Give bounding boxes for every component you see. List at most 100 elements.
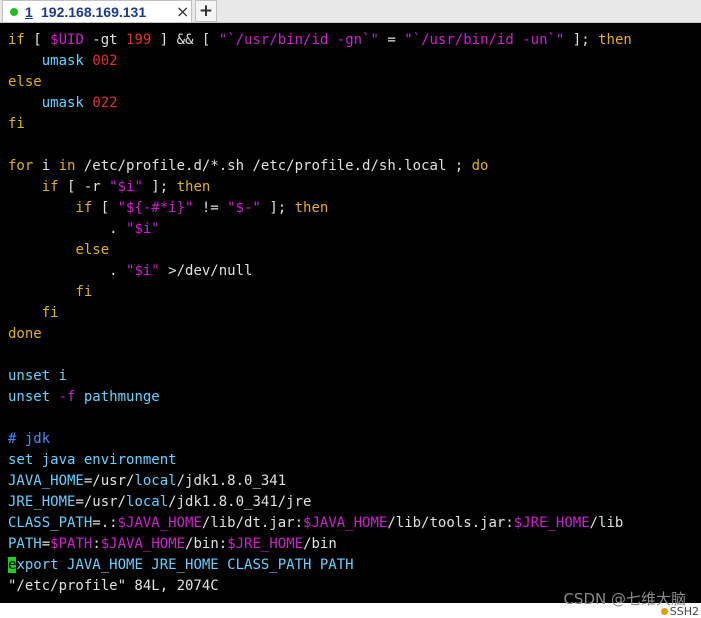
terminal-token: local <box>134 473 177 489</box>
terminal-token: /bin: <box>185 536 228 552</box>
terminal-token: [ -r <box>58 179 110 195</box>
terminal-token: != <box>193 200 228 216</box>
terminal-line: umask 002 <box>8 51 118 72</box>
terminal-token: pathmunge <box>83 389 160 405</box>
status-dot-icon <box>660 608 668 615</box>
terminal-token: . <box>8 221 127 237</box>
terminal-line: else <box>8 72 42 93</box>
terminal-token: /lib <box>589 515 624 531</box>
terminal-line: for i in /etc/profile.d/*.sh /etc/profil… <box>8 156 488 177</box>
terminal-token: umask <box>41 53 84 69</box>
terminal-token: "${-#*i}" <box>117 200 194 216</box>
terminal-line: umask 022 <box>8 93 118 114</box>
terminal-token: do <box>471 158 489 174</box>
terminal-token: /bin <box>303 536 337 552</box>
terminal-token: unset <box>8 368 51 384</box>
terminal-token: xport JAVA_HOME JRE_HOME CLASS_PATH PATH <box>16 557 354 573</box>
terminal-output[interactable]: if [ $UID -gt 199 ] && [ "`/usr/bin/id -… <box>0 23 701 603</box>
terminal-line: PATH=$PATH:$JAVA_HOME/bin:$JRE_HOME/bin <box>8 534 337 555</box>
terminal-token: in <box>58 158 76 174</box>
terminal-line: if [ "${-#*i}" != "$-" ]; then <box>8 198 328 219</box>
terminal-line: JRE_HOME=/usr/local/jdk1.8.0_341/jre <box>8 492 311 513</box>
terminal-line: set java environment <box>8 450 177 471</box>
tab-title: 192.168.169.131 <box>41 4 147 20</box>
terminal-token: i <box>50 368 68 384</box>
terminal-token: >/dev/null <box>159 263 253 279</box>
terminal-token: umask <box>41 95 84 111</box>
terminal-token: [ <box>92 200 118 216</box>
terminal-token: 022 <box>92 95 118 111</box>
terminal-token: PATH <box>8 536 42 552</box>
terminal-token: CLASS_PATH <box>8 515 93 531</box>
terminal-token: # jdk <box>8 431 51 447</box>
terminal-token: fi <box>75 284 93 300</box>
protocol-status: SSH2 <box>660 605 699 618</box>
terminal-token: set java environment <box>8 452 177 468</box>
terminal-token: if <box>41 179 59 195</box>
protocol-label: SSH2 <box>669 605 699 618</box>
terminal-token: 002 <box>92 53 118 69</box>
terminal-token: = <box>41 536 51 552</box>
terminal-line: . "$i" >/dev/null <box>8 261 252 282</box>
terminal-token: for <box>8 158 34 174</box>
terminal-token: 199 <box>126 32 152 48</box>
terminal-token: ]; <box>260 200 295 216</box>
terminal-line: if [ $UID -gt 199 ] && [ "`/usr/bin/id -… <box>8 30 632 51</box>
terminal-token: ]; <box>142 179 177 195</box>
terminal-token: ]; <box>564 32 599 48</box>
terminal-token: $JAVA_HOME <box>100 536 186 552</box>
terminal-line: else <box>8 240 109 261</box>
terminal-token: : <box>92 536 101 552</box>
terminal-token: =.: <box>92 515 118 531</box>
terminal-token: if <box>8 32 25 48</box>
new-tab-button[interactable]: + <box>195 0 217 22</box>
terminal-token: [ <box>24 32 51 48</box>
terminal-line: export JAVA_HOME JRE_HOME CLASS_PATH PAT… <box>8 555 354 576</box>
terminal-token: = <box>378 32 405 48</box>
terminal-line: fi <box>8 114 25 135</box>
terminal-token: "$i" <box>109 179 143 195</box>
terminal-line: unset -f pathmunge <box>8 387 160 408</box>
terminal-token: "`/usr/bin/id -gn`" <box>218 32 379 48</box>
session-tab[interactable]: 1 192.168.169.131 × <box>2 0 192 22</box>
terminal-token: then <box>598 32 632 48</box>
terminal-token: unset <box>8 389 51 405</box>
close-icon[interactable]: × <box>176 2 189 21</box>
terminal-token: then <box>294 200 329 216</box>
terminal-line: "/etc/profile" 84L, 2074C <box>8 576 219 597</box>
terminal-line: unset i <box>8 366 67 387</box>
terminal-token: JAVA_HOME <box>8 473 84 489</box>
terminal-token: "$i" <box>126 221 160 237</box>
terminal-token: "$i" <box>126 263 160 279</box>
terminal-token: $JAVA_HOME <box>303 515 388 531</box>
tab-bar: 1 192.168.169.131 × + <box>0 0 701 23</box>
terminal-token: /etc/profile.d/*.sh /etc/profile.d/sh.lo… <box>75 158 472 174</box>
terminal-token: $JAVA_HOME <box>117 515 202 531</box>
terminal-token: "$-" <box>227 200 261 216</box>
terminal-token: /jdk1.8.0_341/jre <box>168 494 312 510</box>
terminal-token: fi <box>41 305 59 321</box>
terminal-token: /lib/tools.jar: <box>387 515 514 531</box>
terminal-line: # jdk <box>8 429 50 450</box>
terminal-token: then <box>176 179 211 195</box>
terminal-token: =/usr/ <box>83 473 135 489</box>
terminal-token: -f <box>50 389 84 405</box>
terminal-token: local <box>126 494 169 510</box>
terminal-line: fi <box>8 303 59 324</box>
terminal-line: fi <box>8 282 92 303</box>
terminal-token: else <box>75 242 110 258</box>
terminal-token: /jdk1.8.0_341 <box>176 473 287 489</box>
tab-number: 1 <box>25 4 33 20</box>
terminal-line: done <box>8 324 42 345</box>
terminal-token: JRE_HOME <box>8 494 76 510</box>
terminal-token: ] && [ <box>151 32 219 48</box>
terminal-token: else <box>8 74 42 90</box>
terminal-token: $PATH <box>50 536 93 552</box>
terminal-token: $JRE_HOME <box>227 536 304 552</box>
